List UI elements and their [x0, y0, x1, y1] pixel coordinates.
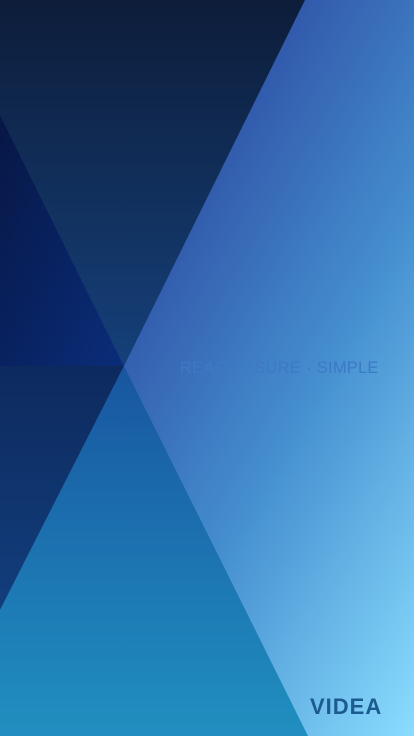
splash-screen: REACH · SURE · SIMPLE VIDEA: [0, 0, 414, 736]
tagline-separator: ·: [243, 359, 250, 377]
tagline-word-sure: SURE: [254, 359, 302, 377]
tagline-separator: ·: [306, 359, 312, 377]
tagline-word-simple: SIMPLE: [316, 359, 379, 377]
videa-logo: VIDEA: [310, 694, 382, 718]
tagline-word-reach: REACH: [180, 359, 239, 377]
tagline: REACH · SURE · SIMPLE: [180, 358, 379, 378]
svg-text:VIDEA: VIDEA: [310, 694, 382, 718]
